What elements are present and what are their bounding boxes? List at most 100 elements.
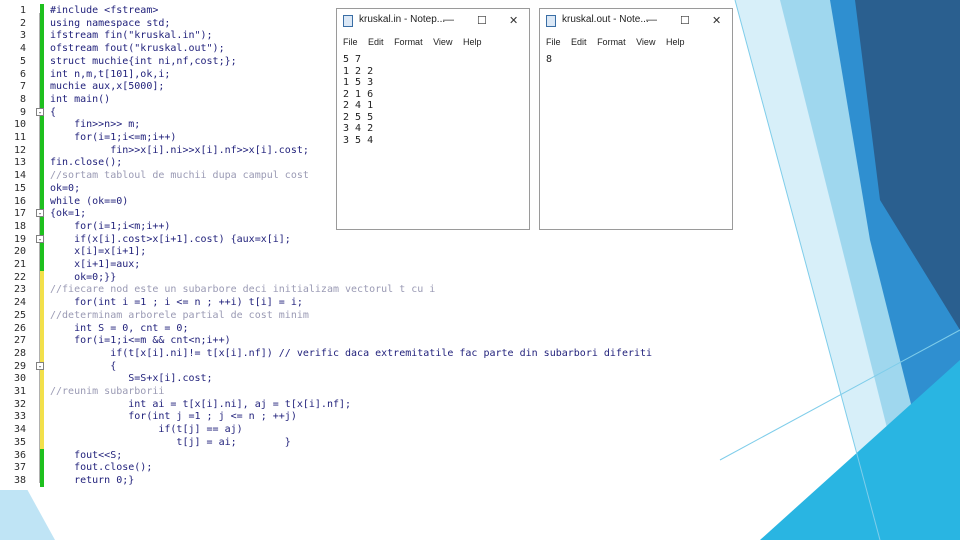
line-number: 7 xyxy=(19,81,26,93)
code-text: using namespace std; xyxy=(50,17,171,29)
menu-help[interactable]: Help xyxy=(666,37,685,47)
fold-toggle-icon[interactable]: - xyxy=(36,234,44,243)
line-number: 31 xyxy=(13,386,26,397)
code-text: if(x[i].cost>x[i+1].cost) {aux=x[i]; xyxy=(50,233,291,245)
fold-toggle-icon[interactable]: - xyxy=(36,107,44,116)
change-marker xyxy=(40,296,44,310)
change-marker xyxy=(40,143,44,157)
code-text: //reunim subarborii xyxy=(50,386,165,397)
notepad-text-area[interactable]: 5 7 1 2 2 1 5 3 2 1 6 2 4 1 2 5 5 3 4 2 … xyxy=(343,54,373,146)
code-text: struct muchie{int ni,nf,cost;}; xyxy=(50,55,237,67)
code-text: for(int j =1 ; j <= n ; ++j) xyxy=(50,411,297,423)
menu-edit[interactable]: Edit xyxy=(571,37,587,47)
minimize-icon[interactable]: — xyxy=(443,14,454,26)
line-number: 22 xyxy=(13,271,26,283)
notepad-menubar: File Edit Format View Help xyxy=(540,37,686,47)
fold-toggle-icon[interactable]: - xyxy=(36,209,44,218)
line-number: 16 xyxy=(13,195,26,207)
change-marker xyxy=(40,245,44,259)
code-text: return 0;} xyxy=(50,474,135,486)
code-text: //determinam arborele partial de cost mi… xyxy=(50,309,309,321)
code-line[interactable]: 31 //reunim subarborii xyxy=(0,385,700,398)
code-text: ifstream fin("kruskal.in"); xyxy=(50,30,213,42)
change-marker xyxy=(40,423,44,437)
code-line[interactable]: 32 int ai = t[x[i].ni], aj = t[x[i].nf]; xyxy=(0,397,700,411)
code-text: //sortam tabloul de muchii dupa campul c… xyxy=(50,170,309,182)
line-number: 18 xyxy=(13,220,26,232)
menu-file[interactable]: File xyxy=(546,37,561,47)
code-line[interactable]: 24 for(int i =1 ; i <= n ; ++i) t[i] = i… xyxy=(0,296,700,310)
notepad-titlebar[interactable]: kruskal.out - Note... — ☐ ✕ xyxy=(540,9,732,33)
line-number: 8 xyxy=(19,93,26,105)
line-number: 2 xyxy=(19,17,26,29)
code-text: for(i=1;i<m;i++) xyxy=(50,220,171,232)
menu-help[interactable]: Help xyxy=(463,37,482,47)
line-number: 14 xyxy=(13,170,26,182)
code-text: int ai = t[x[i].ni], aj = t[x[i].nf]; xyxy=(50,398,352,410)
code-line[interactable]: 35 t[j] = ai; } xyxy=(0,435,700,449)
menu-format[interactable]: Format xyxy=(394,37,423,47)
notepad-window-output[interactable]: kruskal.out - Note... — ☐ ✕ File Edit Fo… xyxy=(539,8,733,230)
menu-view[interactable]: View xyxy=(636,37,655,47)
line-number: 32 xyxy=(13,398,26,410)
code-text: for(int i =1 ; i <= n ; ++i) t[i] = i; xyxy=(50,297,303,309)
change-marker xyxy=(40,29,44,43)
line-number: 23 xyxy=(13,284,26,296)
code-line[interactable]: 22 ok=0;}} xyxy=(0,270,700,284)
code-line[interactable]: 23 //fiecare nod este un subarbore deci i… xyxy=(0,283,700,297)
line-number: 3 xyxy=(19,30,26,42)
maximize-icon[interactable]: ☐ xyxy=(680,14,690,27)
notepad-window-input[interactable]: kruskal.in - Notep... — ☐ ✕ File Edit Fo… xyxy=(336,8,530,230)
code-text: t[j] = ai; } xyxy=(50,436,291,448)
change-marker xyxy=(40,334,44,348)
change-marker xyxy=(40,16,44,30)
code-line[interactable]: 19 - if(x[i].cost>x[i+1].cost) {aux=x[i]; xyxy=(0,232,700,246)
menu-view[interactable]: View xyxy=(433,37,452,47)
change-marker xyxy=(40,80,44,94)
code-line[interactable]: 34 if(t[j] == aj) xyxy=(0,423,700,437)
line-number: 28 xyxy=(13,347,26,359)
code-line[interactable]: 25 //determinam arborele partial de cost … xyxy=(0,308,700,322)
code-text: fin>>n>> m; xyxy=(50,119,141,131)
close-icon[interactable]: ✕ xyxy=(509,14,518,27)
code-line[interactable]: 30 S=S+x[i].cost; xyxy=(0,372,700,386)
change-marker xyxy=(40,473,44,487)
code-line[interactable]: 20 x[i]=x[i+1]; xyxy=(0,245,700,259)
fold-toggle-icon[interactable]: - xyxy=(36,361,44,370)
code-text: {ok=1; xyxy=(50,208,87,220)
maximize-icon[interactable]: ☐ xyxy=(477,14,487,27)
minimize-icon[interactable]: — xyxy=(646,14,657,26)
change-marker xyxy=(40,258,44,271)
code-line[interactable]: 37 fout.close(); xyxy=(0,461,700,475)
menu-file[interactable]: File xyxy=(343,37,358,47)
close-icon[interactable]: ✕ xyxy=(712,14,721,27)
change-marker xyxy=(40,118,44,132)
code-line[interactable]: 33 for(int j =1 ; j <= n ; ++j) xyxy=(0,410,700,424)
notepad-text-area[interactable]: 8 xyxy=(546,54,552,66)
line-number: 19 xyxy=(13,233,26,245)
code-line[interactable]: 26 int S = 0, cnt = 0; xyxy=(0,321,700,335)
code-line[interactable]: 29 - { xyxy=(0,359,700,373)
menu-format[interactable]: Format xyxy=(597,37,626,47)
code-line[interactable]: 27 for(i=1;i<=m && cnt<n;i++) xyxy=(0,334,700,348)
change-marker xyxy=(40,92,44,106)
line-number: 21 xyxy=(13,259,26,270)
line-number: 33 xyxy=(13,411,26,423)
line-number: 24 xyxy=(13,297,26,309)
code-text: int n,m,t[101],ok,i; xyxy=(50,68,171,80)
line-number: 37 xyxy=(13,462,26,474)
code-text: ok=0; xyxy=(50,182,81,194)
line-number: 15 xyxy=(13,182,26,194)
code-line[interactable]: 21 x[i+1]=aux; xyxy=(0,258,700,271)
notepad-icon xyxy=(546,15,556,27)
notepad-menubar: File Edit Format View Help xyxy=(337,37,483,47)
menu-edit[interactable]: Edit xyxy=(368,37,384,47)
code-line[interactable]: 38 return 0;} xyxy=(0,473,700,487)
change-marker xyxy=(40,385,44,398)
code-line[interactable]: 36 fout<<S; xyxy=(0,448,700,462)
line-number: 20 xyxy=(13,246,26,258)
line-number: 9 xyxy=(19,106,26,118)
code-line[interactable]: 28 if(t[x[i].ni]!= t[x[i].nf]) // verifi… xyxy=(0,346,700,360)
line-number: 5 xyxy=(19,55,26,67)
notepad-titlebar[interactable]: kruskal.in - Notep... — ☐ ✕ xyxy=(337,9,529,33)
